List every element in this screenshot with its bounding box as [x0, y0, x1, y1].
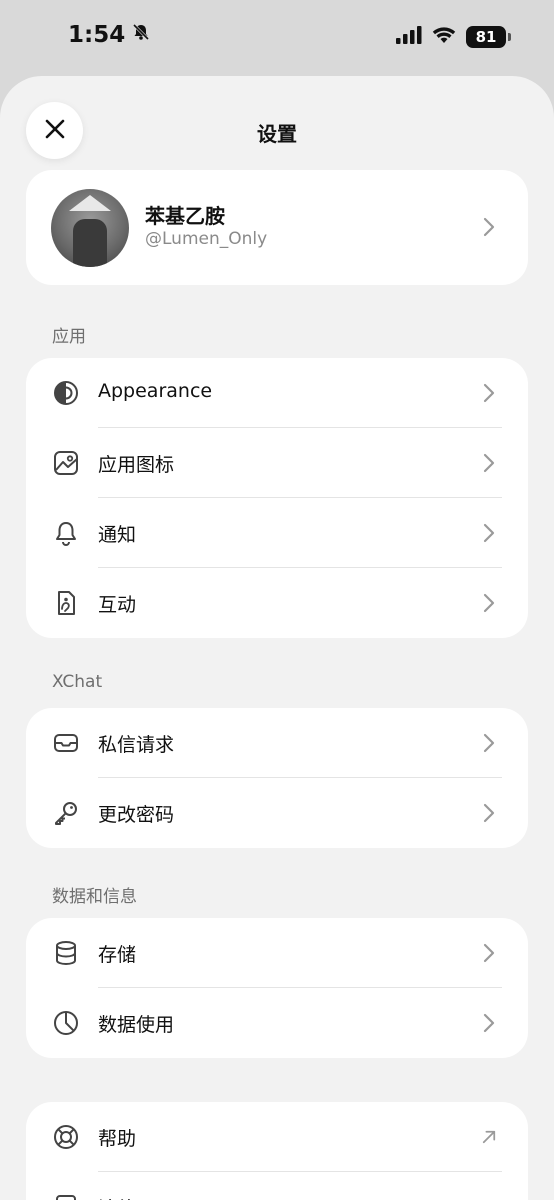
settings-item-label: 应用图标	[98, 454, 175, 476]
cellular-signal-icon	[396, 26, 422, 48]
bell-icon	[53, 520, 79, 546]
settings-item-help[interactable]: 帮助	[26, 1102, 528, 1172]
settings-item-label: 存储	[98, 944, 137, 966]
settings-group-support: 帮助 法律	[26, 1102, 528, 1200]
inbox-icon	[53, 730, 79, 756]
settings-item-label: Appearance	[98, 380, 213, 402]
settings-item-label: 通知	[98, 524, 137, 546]
lifebuoy-icon	[53, 1124, 79, 1150]
status-indicators: 81	[396, 26, 511, 48]
document-icon	[53, 1194, 79, 1200]
page-title: 设置	[257, 122, 297, 146]
chevron-right-icon	[482, 593, 496, 613]
settings-item-message-requests[interactable]: 私信请求	[26, 708, 528, 778]
settings-item-app-icon[interactable]: 应用图标	[26, 428, 528, 498]
settings-item-label: 更改密码	[98, 804, 175, 826]
settings-item-label: 私信请求	[98, 734, 175, 756]
wifi-icon	[432, 26, 456, 48]
database-icon	[53, 940, 79, 966]
chevron-right-icon	[482, 1013, 496, 1033]
battery-indicator: 81	[466, 26, 511, 48]
settings-item-legal[interactable]: 法律	[26, 1172, 528, 1200]
section-label-app: 应用	[52, 327, 86, 347]
profile-name: 苯基乙胺	[145, 204, 225, 228]
settings-item-label: 数据使用	[98, 1014, 175, 1036]
avatar	[51, 189, 129, 267]
external-link-icon	[482, 1127, 496, 1147]
chevron-right-icon	[482, 943, 496, 963]
chevron-right-icon	[482, 217, 496, 237]
settings-sheet: 设置 苯基乙胺 @Lumen_Only 应用 Appearance 应用图标 通…	[0, 76, 554, 1200]
settings-item-interaction[interactable]: 互动	[26, 568, 528, 638]
settings-group-app: Appearance 应用图标 通知 互动	[26, 358, 528, 638]
status-bar: 1:54 81	[0, 0, 554, 76]
settings-group-xchat: 私信请求 更改密码	[26, 708, 528, 848]
chevron-right-icon	[482, 803, 496, 823]
interaction-icon	[53, 590, 79, 616]
profile-card[interactable]: 苯基乙胺 @Lumen_Only	[26, 170, 528, 285]
pie-icon	[53, 1010, 79, 1036]
settings-group-data: 存储 数据使用	[26, 918, 528, 1058]
image-icon	[53, 450, 79, 476]
chevron-right-icon	[482, 453, 496, 473]
bell-slash-icon	[131, 22, 151, 48]
settings-item-label: 帮助	[98, 1128, 137, 1150]
appearance-icon	[53, 380, 79, 406]
settings-item-data-usage[interactable]: 数据使用	[26, 988, 528, 1058]
key-icon	[53, 800, 79, 826]
chevron-right-icon	[482, 383, 496, 403]
settings-item-notifications[interactable]: 通知	[26, 498, 528, 568]
settings-item-label: 互动	[98, 594, 137, 616]
section-label-xchat: XChat	[52, 672, 103, 692]
settings-item-label: 法律	[98, 1194, 136, 1200]
chevron-right-icon	[482, 733, 496, 753]
settings-item-storage[interactable]: 存储	[26, 918, 528, 988]
status-time: 1:54	[68, 22, 151, 48]
settings-item-change-password[interactable]: 更改密码	[26, 778, 528, 848]
section-label-data: 数据和信息	[52, 887, 137, 907]
settings-item-appearance[interactable]: Appearance	[26, 358, 528, 428]
chevron-right-icon	[482, 523, 496, 543]
profile-handle: @Lumen_Only	[145, 229, 268, 249]
